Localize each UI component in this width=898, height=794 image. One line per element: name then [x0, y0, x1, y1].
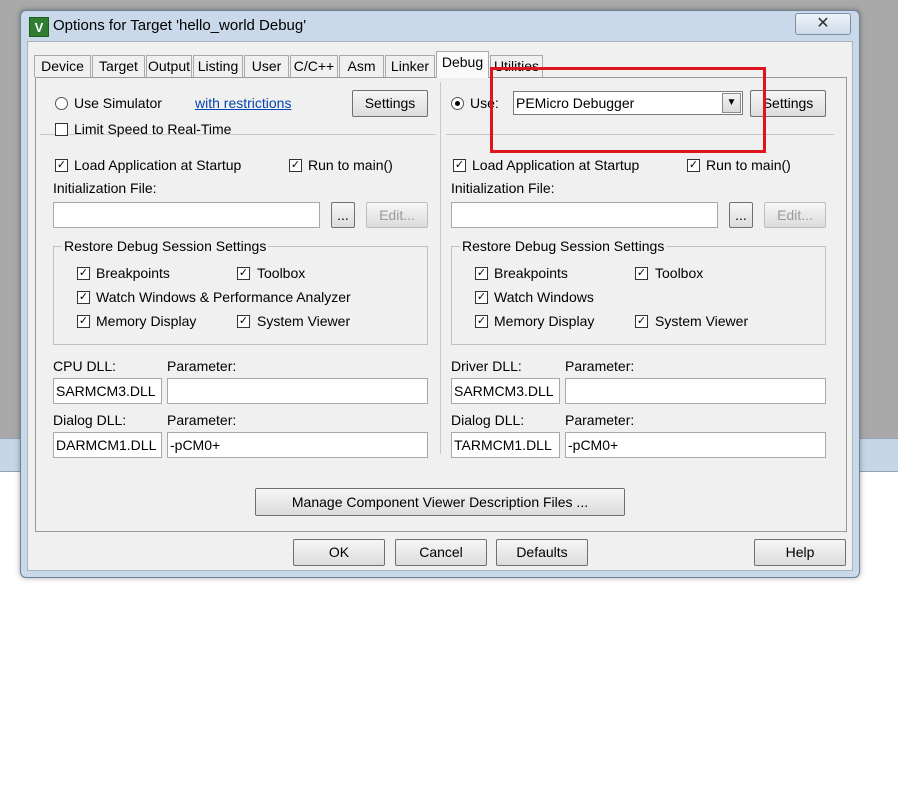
left-memory-label: Memory Display — [96, 313, 197, 329]
right-watch-checkbox[interactable]: ✓ — [475, 291, 488, 304]
left-run-main-label: Run to main() — [308, 157, 393, 173]
tab-output[interactable]: Output — [146, 55, 192, 77]
left-toolbox-label: Toolbox — [257, 265, 306, 281]
use-simulator-label: Use Simulator — [74, 95, 162, 111]
simulator-settings-button[interactable]: Settings — [352, 90, 428, 117]
right-dll-label: Driver DLL: — [451, 358, 522, 374]
right-sysviewer-label: System Viewer — [655, 313, 749, 329]
tab-user[interactable]: User — [244, 55, 289, 77]
left-sysviewer-label: System Viewer — [257, 313, 351, 329]
right-toolbox-checkbox[interactable]: ✓ — [635, 267, 648, 280]
left-dialog-dll-label: Dialog DLL: — [53, 412, 127, 428]
right-memory-label: Memory Display — [494, 313, 595, 329]
left-sysviewer-checkbox[interactable]: ✓ — [237, 315, 250, 328]
tab-linker[interactable]: Linker — [385, 55, 435, 77]
close-button[interactable]: ✕ — [795, 13, 851, 35]
tab-listing[interactable]: Listing — [193, 55, 243, 77]
left-breakpoints-checkbox[interactable]: ✓ — [77, 267, 90, 280]
left-init-browse-button[interactable]: ... — [331, 202, 355, 228]
left-memory-checkbox[interactable]: ✓ — [77, 315, 90, 328]
left-init-file-input[interactable] — [53, 202, 320, 228]
left-run-main-checkbox[interactable]: ✓ — [289, 159, 302, 172]
right-init-browse-button[interactable]: ... — [729, 202, 753, 228]
left-init-edit-button[interactable]: Edit... — [366, 202, 428, 228]
manage-component-viewer-button[interactable]: Manage Component Viewer Description File… — [255, 488, 625, 516]
column-divider — [440, 82, 441, 454]
left-dll-input[interactable]: SARMCM3.DLL — [53, 378, 162, 404]
tab-device[interactable]: Device — [34, 55, 91, 77]
left-load-app-label: Load Application at Startup — [74, 157, 242, 173]
uvision-app-icon: V — [29, 17, 49, 37]
tab-target[interactable]: Target — [92, 55, 145, 77]
cancel-button[interactable]: Cancel — [395, 539, 487, 566]
right-param-input[interactable] — [565, 378, 826, 404]
right-restore-title: Restore Debug Session Settings — [460, 238, 667, 254]
tab-asm[interactable]: Asm — [339, 55, 384, 77]
dialog-title: Options for Target 'hello_world Debug' — [53, 17, 307, 34]
right-init-file-label: Initialization File: — [451, 180, 555, 196]
left-watch-checkbox[interactable]: ✓ — [77, 291, 90, 304]
right-init-edit-button[interactable]: Edit... — [764, 202, 826, 228]
highlight-box — [490, 67, 766, 153]
defaults-button[interactable]: Defaults — [496, 539, 588, 566]
left-param-label: Parameter: — [167, 358, 237, 374]
right-dialog-param-input[interactable]: -pCM0+ — [565, 432, 826, 458]
right-watch-label: Watch Windows — [494, 289, 594, 305]
left-param-input[interactable] — [167, 378, 428, 404]
restrictions-link[interactable]: with restrictions — [195, 95, 291, 111]
left-watch-label: Watch Windows & Performance Analyzer — [96, 289, 351, 305]
right-toolbox-label: Toolbox — [655, 265, 704, 281]
right-run-main-label: Run to main() — [706, 157, 791, 173]
left-dialog-param-label: Parameter: — [167, 412, 237, 428]
right-breakpoints-checkbox[interactable]: ✓ — [475, 267, 488, 280]
right-dll-input[interactable]: SARMCM3.DLL — [451, 378, 560, 404]
right-dialog-param-label: Parameter: — [565, 412, 635, 428]
right-param-label: Parameter: — [565, 358, 635, 374]
help-button[interactable]: Help — [754, 539, 846, 566]
tab-debug[interactable]: Debug — [436, 51, 489, 78]
use-simulator-radio[interactable] — [55, 97, 68, 110]
right-sysviewer-checkbox[interactable]: ✓ — [635, 315, 648, 328]
left-breakpoints-label: Breakpoints — [96, 265, 170, 281]
right-run-main-checkbox[interactable]: ✓ — [687, 159, 700, 172]
limit-speed-checkbox[interactable] — [55, 123, 68, 136]
left-dialog-param-input[interactable]: -pCM0+ — [167, 432, 428, 458]
left-restore-title: Restore Debug Session Settings — [62, 238, 269, 254]
use-debugger-radio[interactable] — [451, 97, 464, 110]
right-dialog-dll-label: Dialog DLL: — [451, 412, 525, 428]
ok-button[interactable]: OK — [293, 539, 385, 566]
right-load-app-checkbox[interactable]: ✓ — [453, 159, 466, 172]
left-toolbox-checkbox[interactable]: ✓ — [237, 267, 250, 280]
right-breakpoints-label: Breakpoints — [494, 265, 568, 281]
limit-speed-label: Limit Speed to Real-Time — [74, 121, 232, 137]
right-memory-checkbox[interactable]: ✓ — [475, 315, 488, 328]
tab-cpp[interactable]: C/C++ — [290, 55, 338, 77]
right-load-app-label: Load Application at Startup — [472, 157, 640, 173]
left-init-file-label: Initialization File: — [53, 180, 157, 196]
left-dialog-dll-input[interactable]: DARMCM1.DLL — [53, 432, 162, 458]
left-load-app-checkbox[interactable]: ✓ — [55, 159, 68, 172]
right-dialog-dll-input[interactable]: TARMCM1.DLL — [451, 432, 560, 458]
right-init-file-input[interactable] — [451, 202, 718, 228]
left-dll-label: CPU DLL: — [53, 358, 117, 374]
